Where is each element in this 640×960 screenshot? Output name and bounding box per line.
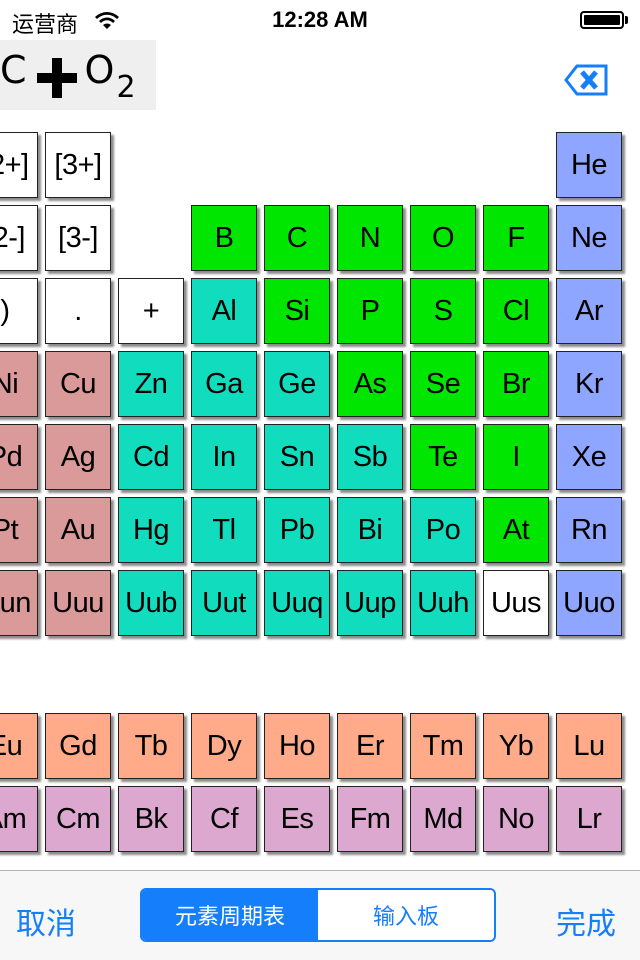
element-key-I[interactable]: I	[483, 424, 549, 490]
element-key-Dy[interactable]: Dy	[191, 713, 257, 779]
element-key-Tm[interactable]: Tm	[410, 713, 476, 779]
element-key-plus[interactable]: +	[118, 278, 184, 344]
element-key-Br[interactable]: Br	[483, 351, 549, 417]
element-key-Md[interactable]: Md	[410, 786, 476, 852]
element-key-Yb[interactable]: Yb	[483, 713, 549, 779]
element-key-Ge[interactable]: Ge	[264, 351, 330, 417]
element-key-rparen[interactable]: )	[0, 278, 38, 344]
element-key-Kr[interactable]: Kr	[556, 351, 622, 417]
element-key-Uus[interactable]: Uus	[483, 570, 549, 636]
element-key-Pb[interactable]: Pb	[264, 497, 330, 563]
element-key-He[interactable]: He	[556, 132, 622, 198]
element-key-Ag[interactable]: Ag	[45, 424, 111, 490]
element-key-Gd[interactable]: Gd	[45, 713, 111, 779]
element-key-Uub[interactable]: Uub	[118, 570, 184, 636]
element-key-Po[interactable]: Po	[410, 497, 476, 563]
element-key-Al[interactable]: Al	[191, 278, 257, 344]
element-key-F[interactable]: F	[483, 205, 549, 271]
element-key-Cd[interactable]: Cd	[118, 424, 184, 490]
element-key-Tl[interactable]: Tl	[191, 497, 257, 563]
mode-segmented-control[interactable]: 元素周期表 输入板	[140, 888, 496, 942]
element-key-Cu[interactable]: Cu	[45, 351, 111, 417]
element-key-As[interactable]: As	[337, 351, 403, 417]
element-key-Lr[interactable]: Lr	[556, 786, 622, 852]
element-key-B[interactable]: B	[191, 205, 257, 271]
element-key-Uuq[interactable]: Uuq	[264, 570, 330, 636]
element-key-Xe[interactable]: Xe	[556, 424, 622, 490]
element-key-Cm[interactable]: Cm	[45, 786, 111, 852]
element-key-Hg[interactable]: Hg	[118, 497, 184, 563]
bottom-toolbar: 取消 元素周期表 输入板 完成	[0, 870, 640, 960]
element-key-Ar[interactable]: Ar	[556, 278, 622, 344]
element-key-Pd[interactable]: Pd	[0, 424, 38, 490]
element-key-Ni[interactable]: Ni	[0, 351, 38, 417]
element-key-Zn[interactable]: Zn	[118, 351, 184, 417]
element-key-O[interactable]: O	[410, 205, 476, 271]
element-key-Er[interactable]: Er	[337, 713, 403, 779]
element-key-Lu[interactable]: Lu	[556, 713, 622, 779]
element-key-S[interactable]: S	[410, 278, 476, 344]
element-key-Uup[interactable]: Uup	[337, 570, 403, 636]
element-key-lb2plusrb[interactable]: [2+]	[0, 132, 38, 198]
element-key-Sn[interactable]: Sn	[264, 424, 330, 490]
element-key-Te[interactable]: Te	[410, 424, 476, 490]
element-key-Ho[interactable]: Ho	[264, 713, 330, 779]
periodic-table-grid: [2+][3+] He [2-][3-] BCNOFNe).+AlSiPSClAr Ni…	[0, 0, 640, 870]
element-key-Se[interactable]: Se	[410, 351, 476, 417]
element-key-dot[interactable]: .	[45, 278, 111, 344]
element-key-Fm[interactable]: Fm	[337, 786, 403, 852]
element-key-Eu[interactable]: Eu	[0, 713, 38, 779]
element-key-Tb[interactable]: Tb	[118, 713, 184, 779]
element-key-Uuh[interactable]: Uuh	[410, 570, 476, 636]
element-key-Cl[interactable]: Cl	[483, 278, 549, 344]
element-key-lb3minusrb[interactable]: [3-]	[45, 205, 111, 271]
element-key-In[interactable]: In	[191, 424, 257, 490]
element-key-Rn[interactable]: Rn	[556, 497, 622, 563]
element-key-Ga[interactable]: Ga	[191, 351, 257, 417]
element-key-Pt[interactable]: Pt	[0, 497, 38, 563]
element-key-At[interactable]: At	[483, 497, 549, 563]
element-key-Cf[interactable]: Cf	[191, 786, 257, 852]
element-key-Uun[interactable]: Uun	[0, 570, 38, 636]
cancel-button[interactable]: 取消	[16, 899, 76, 943]
done-button[interactable]: 完成	[556, 899, 616, 943]
element-key-C[interactable]: C	[264, 205, 330, 271]
element-key-Bi[interactable]: Bi	[337, 497, 403, 563]
segment-input-pad[interactable]: 输入板	[318, 890, 494, 940]
element-key-N[interactable]: N	[337, 205, 403, 271]
element-key-Uuo[interactable]: Uuo	[556, 570, 622, 636]
element-key-Es[interactable]: Es	[264, 786, 330, 852]
element-key-Si[interactable]: Si	[264, 278, 330, 344]
element-key-Bk[interactable]: Bk	[118, 786, 184, 852]
element-key-Am[interactable]: Am	[0, 786, 38, 852]
element-key-Uuu[interactable]: Uuu	[45, 570, 111, 636]
element-key-Uut[interactable]: Uut	[191, 570, 257, 636]
element-key-P[interactable]: P	[337, 278, 403, 344]
element-key-Au[interactable]: Au	[45, 497, 111, 563]
element-key-lb2minusrb[interactable]: [2-]	[0, 205, 38, 271]
element-key-lb3plusrb[interactable]: [3+]	[45, 132, 111, 198]
element-key-No[interactable]: No	[483, 786, 549, 852]
element-key-Ne[interactable]: Ne	[556, 205, 622, 271]
segment-periodic-table[interactable]: 元素周期表	[142, 890, 318, 940]
element-key-Sb[interactable]: Sb	[337, 424, 403, 490]
